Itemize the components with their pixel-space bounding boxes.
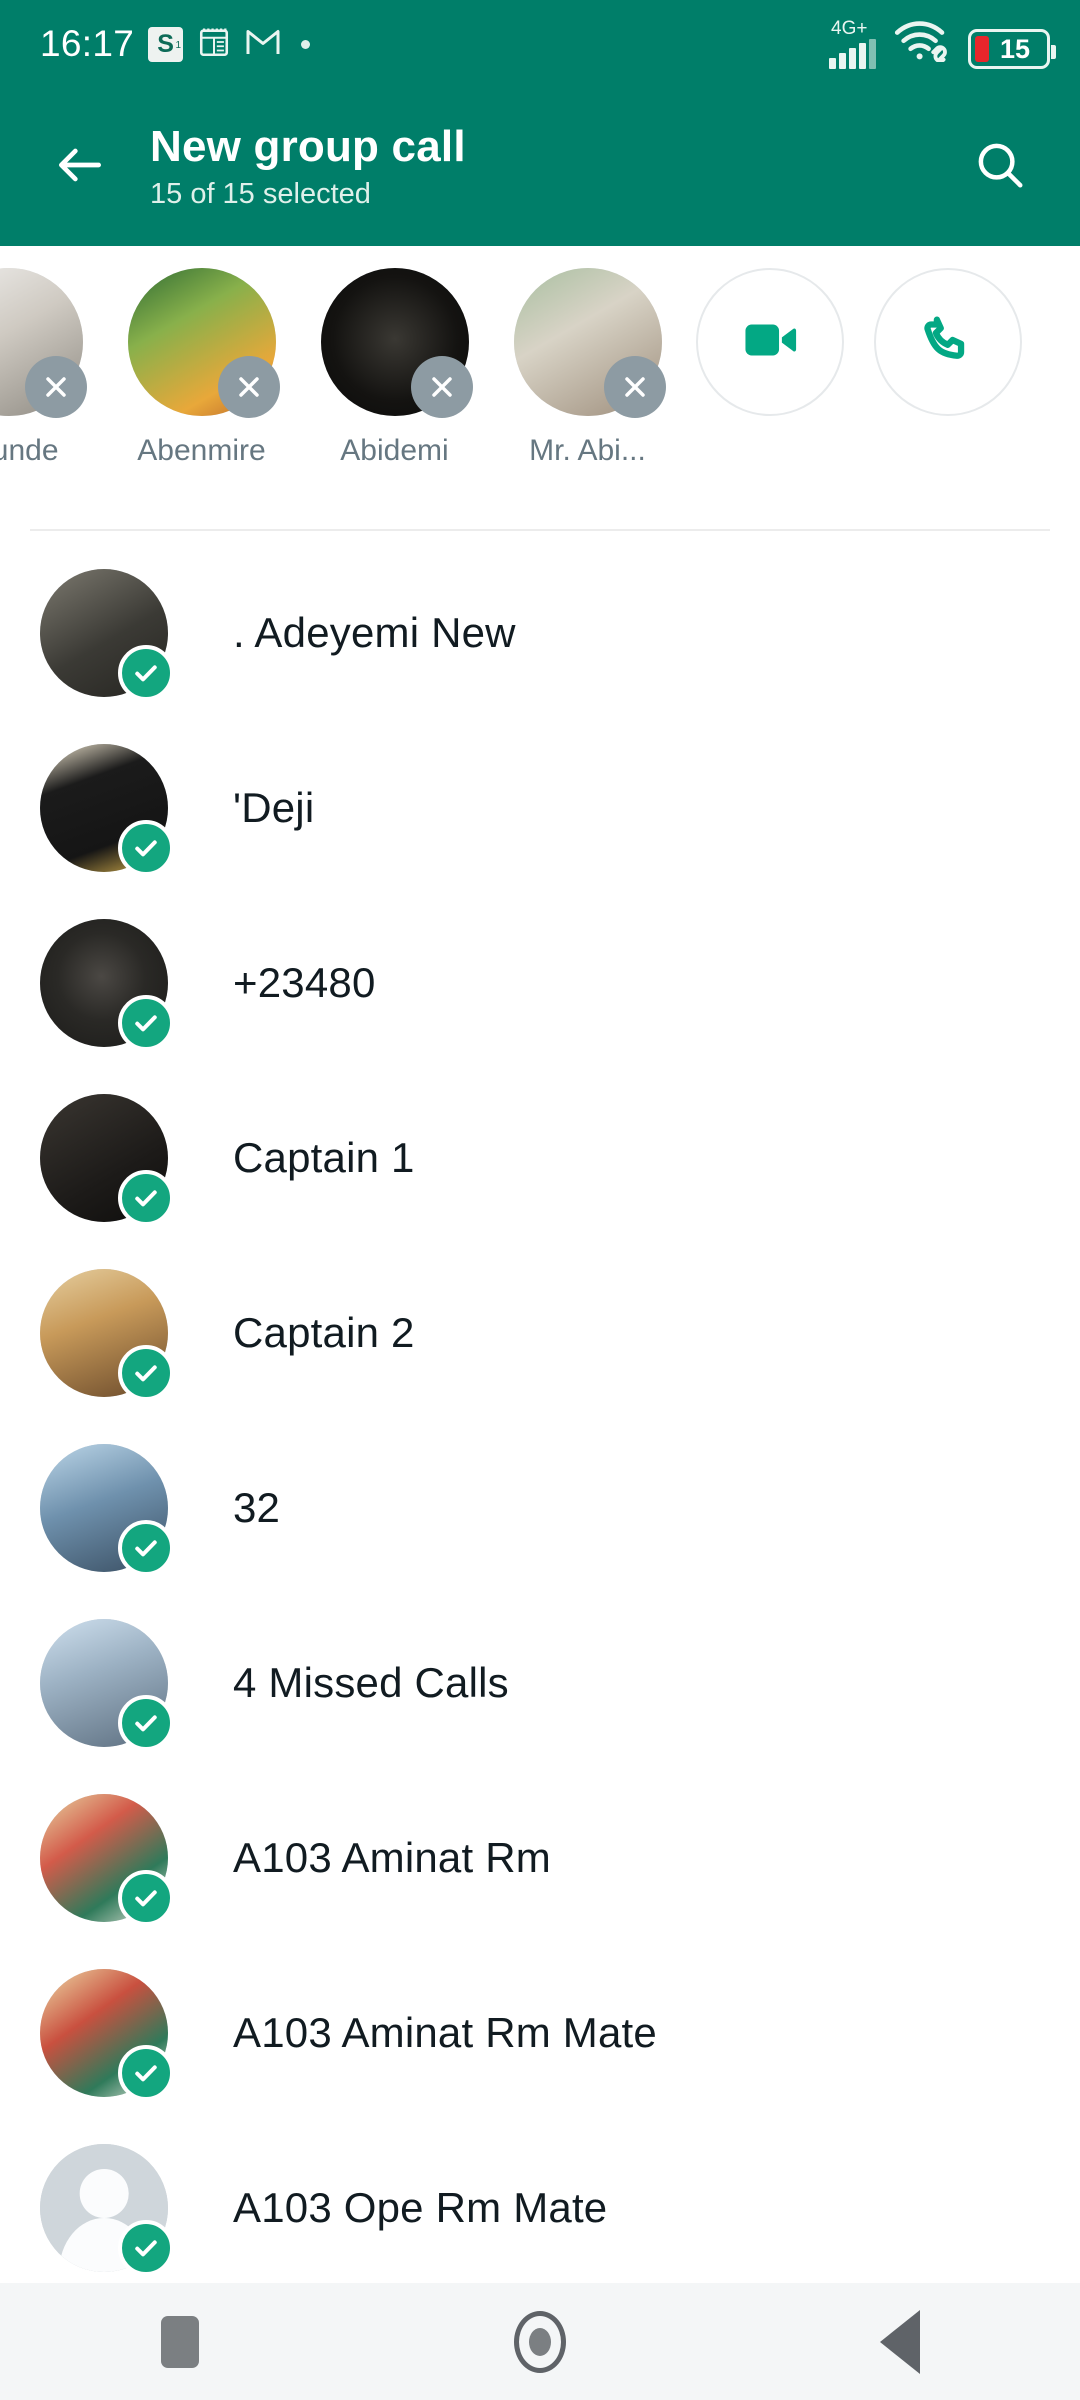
- scrabble-icon: S: [148, 26, 184, 63]
- selected-chip[interactable]: Abidemi: [298, 246, 491, 468]
- status-time: 16:17: [40, 23, 135, 64]
- check-icon: [118, 819, 174, 876]
- signal-icon: 4G+: [829, 19, 876, 69]
- avatar: [40, 918, 174, 1051]
- contact-name: . Adeyemi New: [233, 608, 516, 656]
- contact-name: 4 Missed Calls: [233, 1658, 509, 1706]
- search-button[interactable]: [960, 127, 1040, 207]
- list-item[interactable]: 32: [0, 1420, 1080, 1595]
- avatar: [40, 1443, 174, 1576]
- android-navigation-bar: [0, 2283, 1080, 2400]
- triangle-back-icon: [880, 2309, 920, 2374]
- selected-chip[interactable]: egunde: [0, 246, 105, 468]
- battery-icon: 15: [968, 29, 1056, 69]
- check-icon: [118, 994, 174, 1051]
- list-item[interactable]: A103 Aminat Rm Mate: [0, 1945, 1080, 2120]
- avatar: [40, 1093, 174, 1226]
- selected-chip[interactable]: Mr. Abi...: [491, 246, 684, 468]
- check-icon: [118, 2044, 174, 2101]
- wifi-icon: [894, 20, 950, 67]
- avatar: [127, 268, 280, 418]
- remove-x-icon[interactable]: [603, 356, 666, 418]
- voice-call-button[interactable]: [874, 268, 1022, 416]
- contact-list[interactable]: . Adeyemi New 'Deji +23480 Captain 1 Cap…: [0, 545, 1080, 2283]
- list-item[interactable]: . Adeyemi New: [0, 545, 1080, 720]
- video-camera-icon: [739, 309, 801, 376]
- avatar: [513, 268, 666, 418]
- contact-name: +23480: [233, 958, 376, 1006]
- avatar: [0, 268, 87, 418]
- avatar: [40, 1268, 174, 1401]
- gmail-icon: [245, 27, 281, 62]
- list-item[interactable]: A103 Aminat Rm: [0, 1770, 1080, 1945]
- home-button[interactable]: [460, 2283, 620, 2400]
- video-call-button[interactable]: [696, 268, 844, 416]
- phone-icon: [919, 311, 977, 374]
- contact-name: 'Deji: [233, 783, 315, 831]
- list-item[interactable]: 4 Missed Calls: [0, 1595, 1080, 1770]
- check-icon: [118, 1169, 174, 1226]
- divider: [30, 529, 1050, 531]
- network-type-label: 4G+: [831, 18, 868, 39]
- app-bar: New group call 15 of 15 selected: [0, 88, 1080, 246]
- square-recents-icon: [161, 2315, 199, 2368]
- avatar: [40, 1618, 174, 1751]
- contact-name: A103 Aminat Rm Mate: [233, 2008, 657, 2056]
- avatar: [40, 568, 174, 701]
- circle-home-icon: [514, 2310, 566, 2373]
- contact-name: 32: [233, 1483, 281, 1531]
- search-icon: [973, 138, 1027, 197]
- dot-icon: [301, 39, 311, 49]
- status-bar-right: 4G+ 15: [829, 19, 1056, 69]
- list-item[interactable]: A103 Ope Rm Mate: [0, 2120, 1080, 2283]
- whatsapp-new-group-call-screen: 16:17 S 4G+: [0, 0, 1080, 2400]
- avatar: [40, 1793, 174, 1926]
- status-bar: 16:17 S 4G+: [0, 0, 1080, 88]
- selection-count-subtitle: 15 of 15 selected: [150, 178, 371, 210]
- avatar: [40, 743, 174, 876]
- check-icon: [118, 1344, 174, 1401]
- selected-chip[interactable]: Abenmire: [105, 246, 298, 468]
- selected-chip-label: Mr. Abi...: [529, 434, 646, 467]
- call-actions: [696, 246, 1022, 416]
- contact-name: A103 Ope Rm Mate: [233, 2183, 608, 2231]
- back-button[interactable]: [40, 127, 120, 207]
- selected-chip-label: Abidemi: [340, 434, 449, 467]
- check-icon: [118, 644, 174, 701]
- selected-participants-row[interactable]: egunde Abenmire Abidemi: [0, 246, 1080, 530]
- check-icon: [118, 1694, 174, 1751]
- avatar: [40, 1968, 174, 2101]
- remove-x-icon[interactable]: [217, 356, 280, 418]
- remove-x-icon[interactable]: [410, 356, 473, 418]
- calendar-icon: [197, 25, 231, 64]
- recents-button[interactable]: [100, 2283, 260, 2400]
- avatar: [40, 2143, 174, 2276]
- list-item[interactable]: Captain 2: [0, 1245, 1080, 1420]
- back-arrow-icon: [52, 137, 108, 198]
- contact-name: Captain 2: [233, 1308, 415, 1356]
- app-bar-titles: New group call 15 of 15 selected: [150, 121, 960, 213]
- avatar: [320, 268, 473, 418]
- status-bar-left: 16:17 S: [40, 23, 311, 65]
- check-icon: [118, 1519, 174, 1576]
- contact-name: A103 Aminat Rm: [233, 1833, 551, 1881]
- check-icon: [118, 2219, 174, 2276]
- selected-chip-label: egunde: [0, 434, 59, 467]
- page-title: New group call: [150, 122, 466, 171]
- check-icon: [118, 1869, 174, 1926]
- battery-level: 15: [999, 33, 1031, 64]
- selected-chip-label: Abenmire: [137, 434, 266, 467]
- back-nav-button[interactable]: [820, 2283, 980, 2400]
- list-item[interactable]: 'Deji: [0, 720, 1080, 895]
- contact-name: Captain 1: [233, 1133, 415, 1181]
- list-item[interactable]: Captain 1: [0, 1070, 1080, 1245]
- remove-x-icon[interactable]: [24, 356, 87, 418]
- list-item[interactable]: +23480: [0, 895, 1080, 1070]
